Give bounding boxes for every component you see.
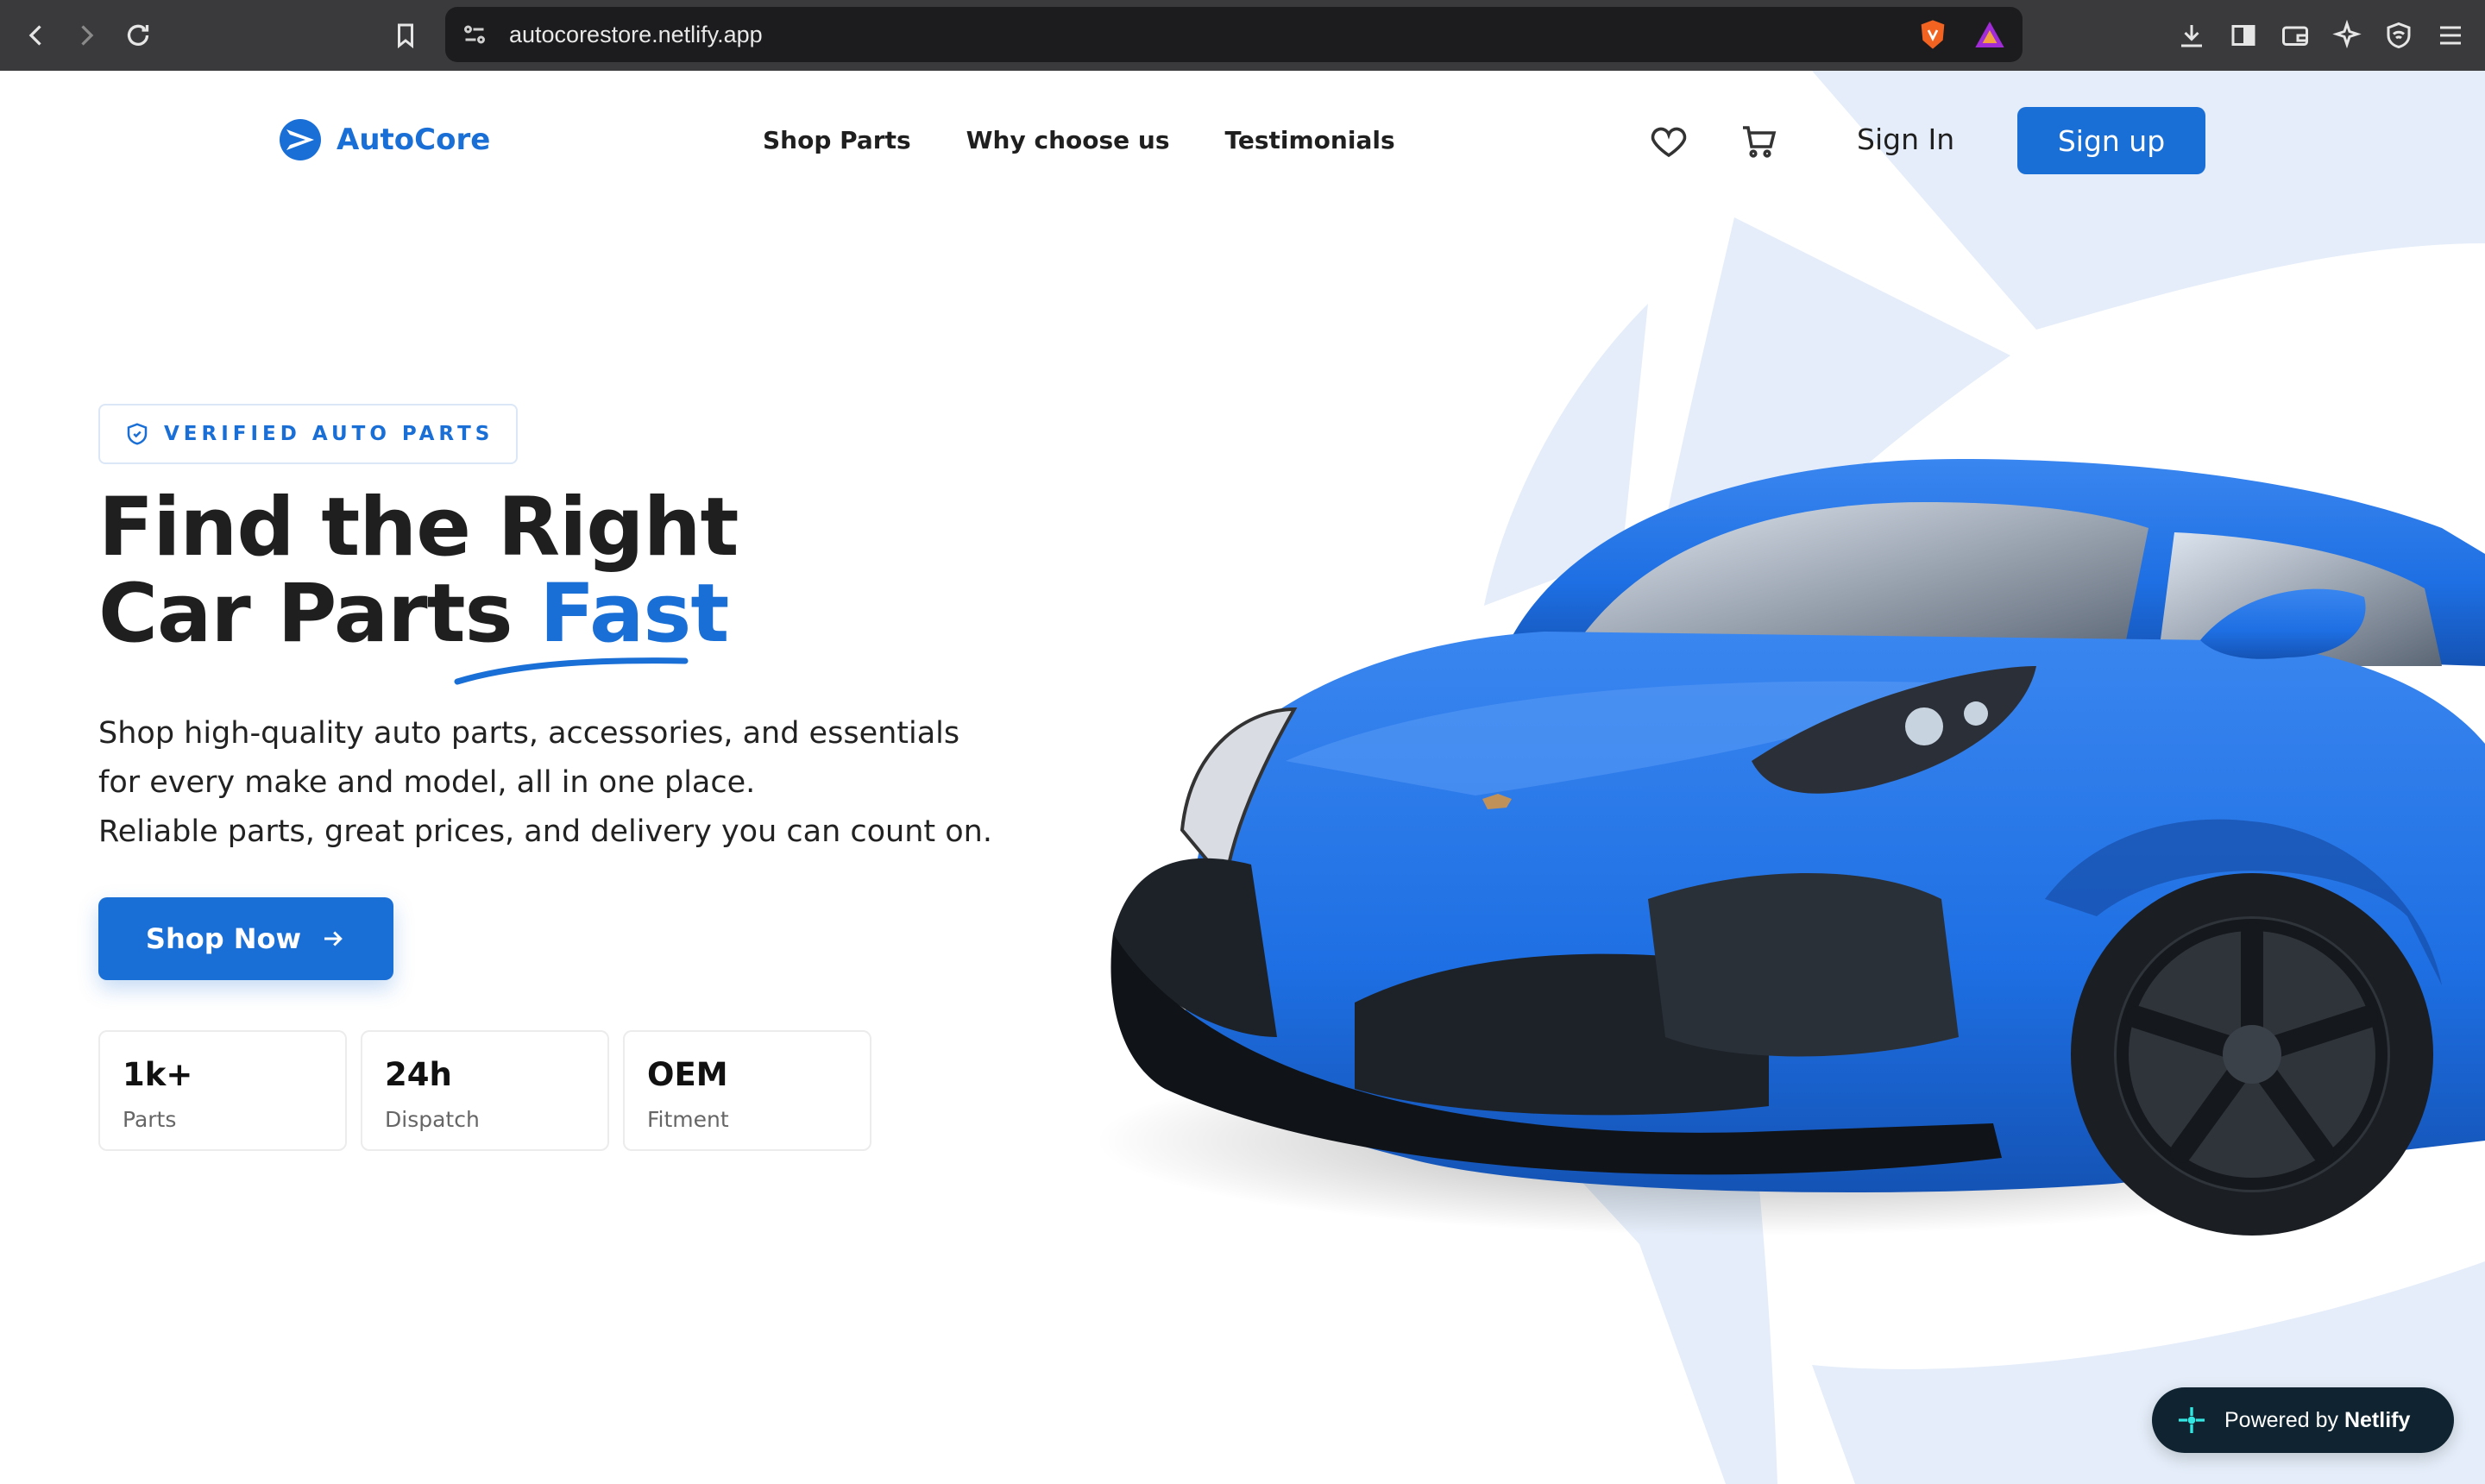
menu-icon[interactable] bbox=[2430, 15, 2471, 56]
browser-toolbar: autocorestore.netlify.app bbox=[0, 0, 2485, 71]
leo-ai-icon[interactable] bbox=[2326, 15, 2368, 56]
stat-label: Parts bbox=[123, 1107, 177, 1132]
hero-description-line-3: Reliable parts, great prices, and delive… bbox=[98, 814, 992, 849]
shop-now-label: Shop Now bbox=[145, 922, 302, 955]
powered-by-netlify-badge[interactable]: Powered by Netlify bbox=[2152, 1387, 2454, 1453]
shop-now-button[interactable]: Shop Now bbox=[98, 897, 393, 980]
sidebar-icon[interactable] bbox=[2223, 15, 2264, 56]
headline-line-2: Car Parts bbox=[98, 567, 540, 661]
sign-up-button[interactable]: Sign up bbox=[2017, 107, 2205, 174]
hero-headline: Find the Right Car Parts Fast bbox=[98, 485, 739, 657]
cart-icon[interactable] bbox=[1738, 121, 1779, 162]
stat-card-parts: 1k+ Parts bbox=[98, 1030, 347, 1151]
brave-rewards-icon[interactable] bbox=[1972, 17, 2007, 52]
reload-icon[interactable] bbox=[117, 15, 159, 56]
stat-value: OEM bbox=[647, 1056, 728, 1093]
verified-badge: VERIFIED AUTO PARTS bbox=[98, 404, 519, 464]
stat-card-fitment: OEM Fitment bbox=[623, 1030, 871, 1151]
back-icon[interactable] bbox=[16, 15, 57, 56]
brand-logo[interactable]: AutoCore bbox=[278, 117, 490, 162]
netlify-brand: Netlify bbox=[2343, 1407, 2411, 1432]
stat-value: 1k+ bbox=[123, 1056, 193, 1093]
address-bar[interactable]: autocorestore.netlify.app bbox=[445, 7, 2023, 62]
netlify-label: Powered by Netlify bbox=[2224, 1408, 2410, 1433]
nav-shop-parts[interactable]: Shop Parts bbox=[763, 126, 911, 154]
netlify-icon bbox=[2179, 1407, 2205, 1433]
wallet-icon[interactable] bbox=[2274, 15, 2316, 56]
hero-description-line-2: for every make and model, all in one pla… bbox=[98, 765, 756, 800]
download-icon[interactable] bbox=[2171, 15, 2212, 56]
arrow-right-icon bbox=[324, 931, 343, 946]
brand-name: AutoCore bbox=[337, 123, 491, 157]
stat-card-dispatch: 24h Dispatch bbox=[361, 1030, 609, 1151]
stat-value: 24h bbox=[385, 1056, 452, 1093]
headline-underline-swoosh bbox=[454, 657, 689, 685]
main-nav: Shop Parts Why choose us Testimonials bbox=[763, 126, 1395, 154]
headline-line-1: Find the Right bbox=[98, 481, 739, 575]
nav-testimonials[interactable]: Testimonials bbox=[1224, 126, 1394, 154]
autocore-logo-icon bbox=[280, 119, 321, 160]
stats-row: 1k+ Parts 24h Dispatch OEM Fitment bbox=[98, 1030, 871, 1151]
vpn-icon[interactable] bbox=[2378, 15, 2419, 56]
sign-in-link[interactable]: Sign In bbox=[1857, 123, 1954, 156]
site-settings-icon[interactable] bbox=[459, 19, 490, 50]
forward-icon[interactable] bbox=[66, 15, 107, 56]
brave-shield-icon[interactable] bbox=[1916, 17, 1950, 52]
hero-car-image bbox=[1096, 459, 2485, 1236]
headline-accent: Fast bbox=[539, 567, 729, 661]
badge-label: VERIFIED AUTO PARTS bbox=[164, 423, 494, 445]
stat-label: Fitment bbox=[647, 1107, 729, 1132]
nav-why-choose-us[interactable]: Why choose us bbox=[966, 126, 1170, 154]
stat-label: Dispatch bbox=[385, 1107, 480, 1132]
heart-icon[interactable] bbox=[1648, 121, 1689, 162]
shield-check-icon bbox=[127, 423, 148, 445]
netlify-prefix: Powered by bbox=[2224, 1407, 2344, 1432]
hero-description-line-1: Shop high-quality auto parts, accessorie… bbox=[98, 716, 960, 751]
bookmark-icon[interactable] bbox=[385, 15, 426, 56]
page: AutoCore Shop Parts Why choose us Testim… bbox=[0, 71, 2485, 1484]
url-text: autocorestore.netlify.app bbox=[509, 22, 763, 47]
hero-description: Shop high-quality auto parts, accessorie… bbox=[98, 709, 1082, 857]
